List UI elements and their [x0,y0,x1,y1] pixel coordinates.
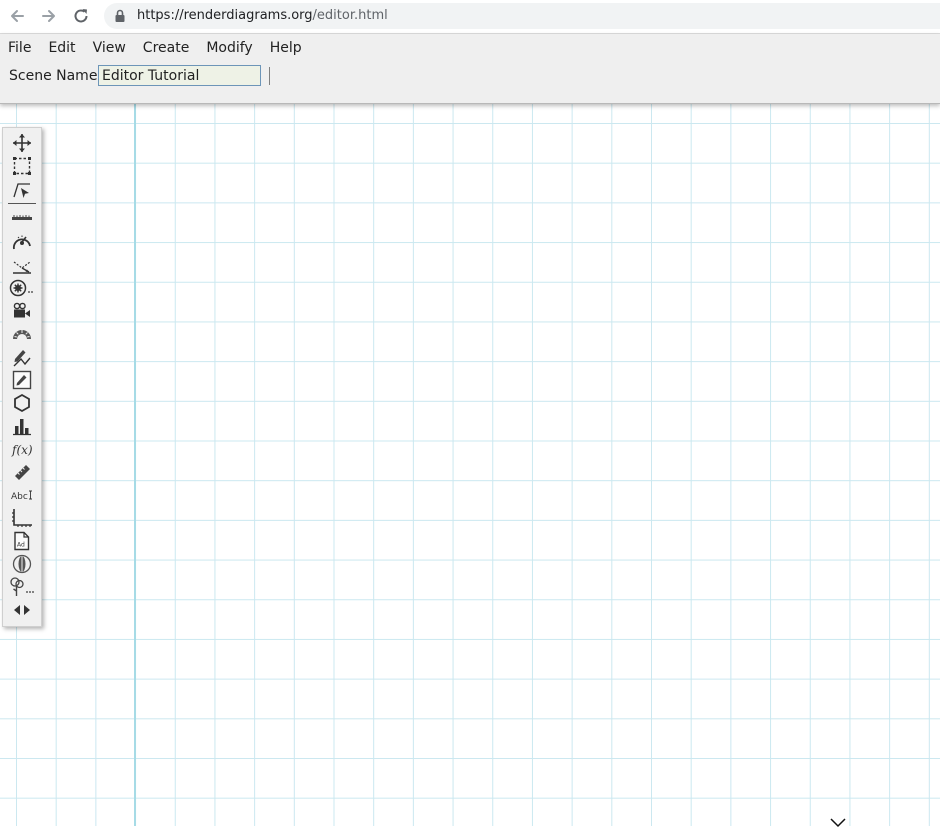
video-camera-icon [13,302,30,318]
canvas-y-axis [134,104,136,826]
document-icon: Ad [14,531,30,551]
url-path: /editor.html [312,8,388,23]
tool-pointer-select[interactable] [9,180,35,200]
chevron-down-icon [830,818,846,828]
reload-icon [74,9,88,23]
ruler-icon [15,465,30,480]
left-right-arrows-icon [14,605,30,615]
ruler-tape-icon [12,215,32,220]
hexagon-icon [14,393,30,413]
tool-function[interactable]: f(x) [9,439,35,459]
lock-icon [115,9,125,22]
tool-hexagon[interactable] [9,393,35,413]
tool-bar-chart[interactable] [9,416,35,436]
tool-gear-circle[interactable] [9,278,35,298]
move-icon [13,134,31,152]
menubar: File Edit View Create Modify Help [0,38,311,60]
rectangle-select-icon [13,157,31,175]
tree-icon [10,577,34,596]
scroll-down-button[interactable] [829,814,847,833]
app-header: File Edit View Create Modify Help Scene … [0,34,940,104]
tool-rectangle-select[interactable] [9,156,35,176]
tool-pencil-box[interactable] [9,370,35,390]
svg-text:f(x): f(x) [11,443,33,457]
url-host: https://renderdiagrams.org [137,8,313,23]
menu-edit[interactable]: Edit [40,38,83,60]
editor-canvas[interactable]: f(x) Abc Ad [0,104,940,826]
address-bar[interactable]: https://renderdiagrams.org/editor.html [104,3,940,29]
arrow-right-icon [42,10,55,22]
tool-ruler-tape[interactable] [9,208,35,228]
tool-ray[interactable] [9,255,35,275]
tool-pencil-draw[interactable] [9,347,35,367]
axis-icon [12,509,32,527]
protractor-icon [13,330,31,339]
tool-video-camera[interactable] [9,301,35,321]
tool-protractor[interactable] [9,324,35,344]
forward-button[interactable] [38,5,60,27]
toolbox-palette: f(x) Abc Ad [2,127,42,627]
menu-modify[interactable]: Modify [198,38,260,60]
menu-help[interactable]: Help [262,38,310,60]
lens-icon [12,554,32,574]
arrow-left-icon [11,10,24,22]
tool-expand-toolbox[interactable] [9,600,35,620]
pointer-select-icon [13,183,30,198]
ray-icon [13,261,31,274]
toolbox-separator [8,203,36,204]
menu-view[interactable]: View [85,38,134,60]
tool-lens[interactable] [9,554,35,574]
tool-gauge[interactable] [9,232,35,252]
gear-circle-icon [9,279,33,297]
browser-toolbar: https://renderdiagrams.org/editor.html [0,0,940,34]
url-text: https://renderdiagrams.org/editor.html [137,8,388,23]
scene-name-input[interactable] [98,65,261,86]
tool-document[interactable]: Ad [9,531,35,551]
pencil-draw-icon [13,350,31,367]
bar-chart-icon [13,419,31,436]
pencil-box-icon [12,370,32,390]
svg-text:Ad: Ad [17,542,25,549]
tool-text[interactable]: Abc [9,485,35,505]
tool-ruler[interactable] [9,462,35,482]
svg-text:Abc: Abc [11,492,28,502]
back-button[interactable] [6,5,28,27]
tool-axis[interactable] [9,508,35,528]
tool-tree[interactable] [9,577,35,597]
tool-move[interactable] [9,133,35,153]
gauge-icon [13,235,31,250]
menu-file[interactable]: File [0,38,39,60]
function-icon: f(x) [11,443,33,457]
scene-name-label: Scene Name [9,68,98,84]
menu-create[interactable]: Create [135,38,198,60]
reload-button[interactable] [70,5,92,27]
text-abc-icon: Abc [11,490,32,502]
text-cursor-divider [269,67,270,85]
